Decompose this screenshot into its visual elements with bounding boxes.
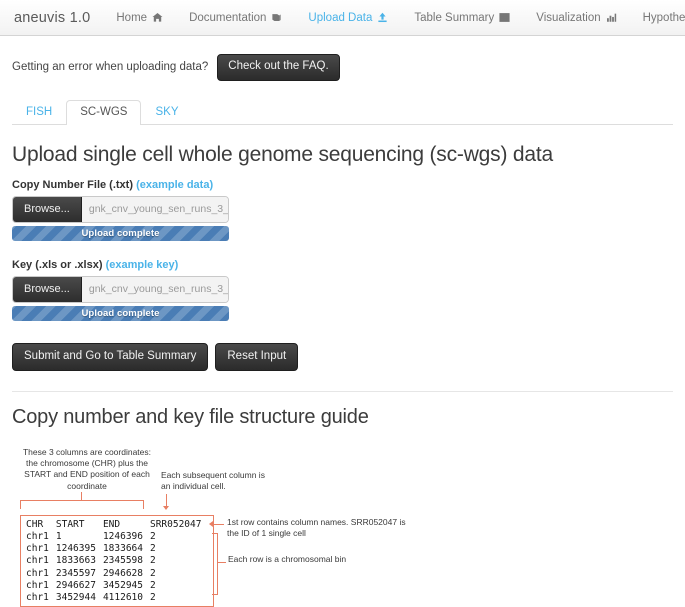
bar-chart-icon [606, 12, 617, 23]
copy-number-progress-text: Upload complete [81, 227, 160, 239]
home-icon [152, 12, 163, 23]
cell-chr: chr1 [26, 531, 49, 543]
book-icon [271, 12, 282, 23]
annotation-coordinates: These 3 columns are coordinates: the chr… [22, 447, 152, 491]
column-header-end: END [102, 519, 121, 530]
nav-item-documentation[interactable]: Documentation [189, 12, 282, 24]
cell-chr: chr1 [26, 543, 49, 555]
upload-icon [377, 12, 388, 23]
key-file-browse-button[interactable]: Browse... [13, 276, 82, 302]
cell-value: 2 [149, 591, 156, 603]
cell-end: 2345598 [102, 555, 143, 567]
faq-text: Getting an error when uploading data? [12, 61, 209, 74]
copy-number-file-block: Browse... gnk_cnv_young_sen_runs_3_4 Upl… [12, 195, 229, 241]
nav-label-upload-data: Upload Data [308, 11, 373, 24]
copy-number-progress-bar: Upload complete [12, 225, 229, 241]
subsequent-column-arrowhead [163, 506, 170, 510]
column-header-start: START [55, 519, 85, 530]
nav-item-home[interactable]: Home [116, 12, 163, 24]
tab-fish[interactable]: FISH [12, 100, 66, 125]
copy-number-label-text: Copy Number File (.txt) [12, 178, 134, 191]
nav-label-hypothesis-testing: Hypothesis Testing [642, 11, 685, 24]
file-structure-diagram: These 3 columns are coordinates: the chr… [12, 437, 673, 607]
copy-number-file-input[interactable]: Browse... gnk_cnv_young_sen_runs_3_4 [12, 195, 229, 223]
cell-value: 2 [149, 579, 156, 591]
tab-sc-wgs[interactable]: SC-WGS [66, 100, 142, 125]
column-header-chr: CHR [26, 519, 44, 530]
cell-end: 2946628 [102, 567, 143, 579]
nav-label-home: Home [116, 11, 148, 24]
table-row: chr1 1 1246396 2 [26, 531, 208, 543]
nav-label-visualization: Visualization [536, 11, 601, 24]
cell-end: 1833664 [102, 543, 143, 555]
cell-value: 2 [149, 555, 156, 567]
key-file-input[interactable]: Browse... gnk_cnv_young_sen_runs_3_4 [12, 275, 229, 303]
example-table-box: CHR START END SRR052047 chr1 1 1246396 2… [20, 515, 215, 607]
action-row: Submit and Go to Table Summary Reset Inp… [12, 342, 673, 371]
cell-end: 4112610 [102, 591, 143, 603]
table-icon [499, 12, 510, 23]
nav-item-hypothesis-testing[interactable]: Hypothesis Testing [643, 12, 685, 24]
cell-start: 3452944 [55, 591, 96, 603]
table-row: chr1 1246395 1833664 2 [26, 543, 208, 555]
example-data-link[interactable]: (example data) [136, 179, 213, 191]
divider [12, 391, 673, 392]
rows-brace-stem [218, 562, 226, 564]
key-file-label: Key (.xls or .xlsx) (example key) [12, 259, 673, 271]
table-row: chr1 2946627 3452945 2 [26, 580, 208, 592]
page-title: Upload single cell whole genome sequenci… [12, 142, 553, 166]
cell-value: 2 [149, 543, 156, 555]
faq-row: Getting an error when uploading data? Ch… [12, 36, 673, 81]
submit-button[interactable]: Submit and Go to Table Summary [12, 342, 209, 371]
nav-item-upload-data[interactable]: Upload Data [308, 12, 388, 24]
page-content: Getting an error when uploading data? Ch… [0, 36, 685, 607]
cell-start: 1 [55, 531, 62, 543]
brand-title[interactable]: aneuvis 1.0 [14, 10, 90, 26]
table-row: chr1 2345597 2946628 2 [26, 568, 208, 580]
annotation-subsequent-column: Each subsequent column is an individual … [161, 470, 265, 492]
copy-number-file-name: gnk_cnv_young_sen_runs_3_4 [81, 196, 228, 222]
table-header-row: CHR START END SRR052047 [26, 519, 208, 531]
tab-bar: FISH SC-WGS SKY [12, 98, 673, 125]
cell-chr: chr1 [26, 555, 49, 567]
faq-button[interactable]: Check out the FAQ. [217, 54, 340, 81]
cell-chr: chr1 [26, 579, 49, 591]
copy-number-label: Copy Number File (.txt) (example data) [12, 179, 673, 191]
copy-number-browse-button[interactable]: Browse... [13, 196, 82, 222]
cell-chr: chr1 [26, 567, 49, 579]
reset-button[interactable]: Reset Input [215, 342, 299, 371]
first-row-arrow-line [212, 524, 224, 526]
key-file-progress-bar: Upload complete [12, 305, 229, 321]
column-header-srr052047: SRR052047 [149, 519, 202, 530]
example-key-link[interactable]: (example key) [106, 259, 179, 271]
key-file-name: gnk_cnv_young_sen_runs_3_4 [81, 276, 228, 302]
first-row-arrowhead [209, 521, 213, 527]
cell-chr: chr1 [26, 591, 49, 603]
coordinates-bracket-stem [81, 492, 83, 501]
cell-start: 1833663 [55, 555, 96, 567]
guide-title: Copy number and key file structure guide [12, 406, 369, 428]
coordinates-bracket [20, 500, 144, 509]
table-row: chr1 1833663 2345598 2 [26, 555, 208, 567]
rows-brace [212, 533, 218, 595]
nav-item-table-summary[interactable]: Table Summary [414, 12, 510, 24]
navbar: aneuvis 1.0 Home Documentation Upload Da… [0, 0, 685, 36]
nav-label-documentation: Documentation [189, 11, 267, 24]
cell-start: 1246395 [55, 543, 96, 555]
cell-value: 2 [149, 531, 156, 543]
key-file-progress-text: Upload complete [81, 307, 160, 319]
annotation-first-row: 1st row contains column names. SRR052047… [227, 517, 406, 539]
nav-item-visualization[interactable]: Visualization [536, 12, 616, 24]
cell-value: 2 [149, 567, 156, 579]
tab-sky[interactable]: SKY [141, 100, 192, 125]
cell-end: 1246396 [102, 531, 143, 543]
nav-label-table-summary: Table Summary [414, 11, 495, 24]
key-file-block: Browse... gnk_cnv_young_sen_runs_3_4 Upl… [12, 275, 229, 321]
cell-start: 2946627 [55, 579, 96, 591]
cell-end: 3452945 [102, 579, 143, 591]
table-row: chr1 3452944 4112610 2 [26, 592, 208, 604]
cell-start: 2345597 [55, 567, 96, 579]
key-file-label-text: Key (.xls or .xlsx) [12, 258, 103, 271]
annotation-each-row: Each row is a chromosomal bin [228, 554, 347, 564]
